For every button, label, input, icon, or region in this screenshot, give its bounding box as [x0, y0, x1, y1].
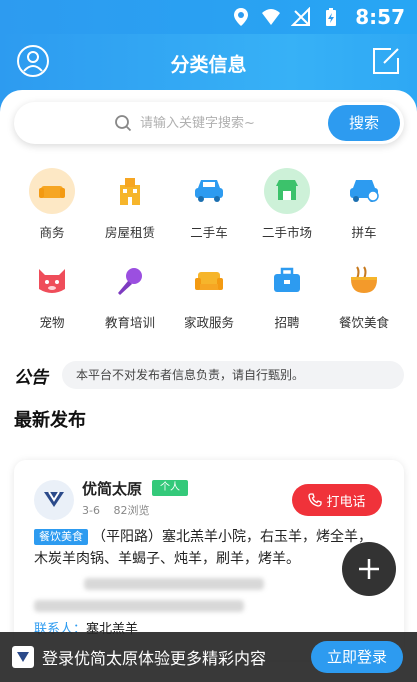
category-housekeeping[interactable]: 家政服务: [169, 258, 249, 331]
status-bar: 8:57: [0, 0, 417, 34]
post-description: 餐饮美食 （平阳路）塞北羔羊小院，右玉羊，烤全羊，木炭羊肉锅、羊蝎子、炖羊，刷羊，…: [34, 526, 374, 570]
location-icon: [234, 8, 249, 26]
category-food[interactable]: 餐饮美食: [324, 258, 404, 331]
microphone-icon: [107, 258, 153, 304]
call-button-label: 打电话: [326, 494, 366, 510]
category-label: 房屋租赁: [104, 225, 155, 240]
blurred-text: [34, 600, 244, 612]
category-education[interactable]: 教育培训: [90, 258, 170, 331]
market-stall-icon: [264, 168, 310, 214]
publisher-name: 优简太原: [82, 480, 143, 498]
plus-icon: [359, 559, 379, 579]
category-business[interactable]: 商务: [12, 168, 92, 241]
sofa-icon: [29, 168, 75, 214]
call-button[interactable]: 打电话: [292, 484, 382, 516]
briefcase-icon: [264, 258, 310, 304]
category-label: 教育培训: [104, 315, 155, 330]
category-label: 商务: [39, 225, 65, 240]
add-post-button[interactable]: [342, 542, 396, 596]
category-label: 招聘: [274, 315, 300, 330]
noodle-bowl-icon: [341, 258, 387, 304]
app-logo-icon: [12, 646, 34, 668]
post-meta: 3-6 82浏览: [82, 502, 159, 518]
category-label: 拼车: [351, 225, 377, 240]
category-recruitment[interactable]: 招聘: [247, 258, 327, 331]
car-icon: [186, 168, 232, 214]
post-category-tag: 餐饮美食: [34, 529, 88, 545]
category-label: 二手市场: [261, 225, 312, 240]
post-views: 82浏览: [113, 504, 150, 517]
building-icon: [107, 168, 153, 214]
notice-bar: 公告 本平台不对发布者信息负责，请自行甄别。: [14, 360, 404, 390]
search-button[interactable]: 搜索: [328, 105, 400, 141]
status-time: 8:57: [355, 5, 405, 29]
post-date: 3-6: [82, 504, 100, 517]
search-icon: [115, 115, 132, 132]
category-rental[interactable]: 房屋租赁: [90, 168, 170, 241]
signal-off-icon: [291, 7, 311, 26]
category-label: 二手车: [190, 225, 228, 240]
edit-icon[interactable]: [371, 46, 401, 76]
notice-title: 公告: [14, 367, 48, 388]
section-title: 最新发布: [14, 410, 86, 431]
category-label: 宠物: [39, 315, 65, 330]
category-used-cars[interactable]: 二手车: [169, 168, 249, 241]
login-banner: 登录优简太原体验更多精彩内容 立即登录: [0, 632, 417, 682]
login-button[interactable]: 立即登录: [311, 641, 403, 673]
pet-icon: [29, 258, 75, 304]
category-pets[interactable]: 宠物: [12, 258, 92, 331]
category-label: 家政服务: [183, 315, 234, 330]
search-input[interactable]: [140, 110, 330, 136]
search-bar: 搜索: [14, 102, 404, 144]
notice-text[interactable]: 本平台不对发布者信息负责，请自行甄别。: [62, 361, 404, 389]
blurred-text: [84, 578, 264, 590]
publisher-avatar: [34, 480, 74, 520]
sofa-icon: [186, 258, 232, 304]
carpool-icon: [341, 168, 387, 214]
category-label: 餐饮美食: [338, 315, 389, 330]
battery-icon: [326, 8, 337, 26]
page-title: 分类信息: [170, 54, 247, 76]
publisher-type-badge: 个人: [152, 480, 188, 496]
category-second-hand-market[interactable]: 二手市场: [247, 168, 327, 241]
phone-icon: [308, 493, 323, 507]
login-banner-text: 登录优简太原体验更多精彩内容: [42, 649, 267, 668]
wifi-icon: [262, 9, 281, 25]
category-carpool[interactable]: 拼车: [324, 168, 404, 241]
